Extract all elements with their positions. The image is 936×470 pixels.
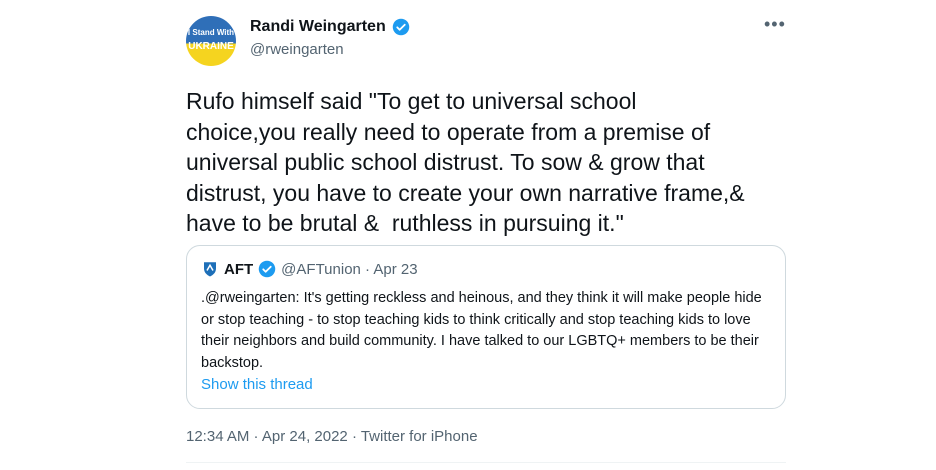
quoted-verified-badge-icon: [258, 260, 276, 278]
author-name[interactable]: Randi Weingarten: [250, 18, 386, 36]
quoted-tweet-header: AFT @AFTunion · Apr 23: [201, 260, 418, 278]
aft-logo-icon: [204, 262, 216, 277]
tweet-timestamp[interactable]: 12:34 AM · Apr 24, 2022 · Twitter for iP…: [186, 428, 478, 445]
author-handle[interactable]: @rweingarten: [250, 41, 344, 58]
author-row: Randi Weingarten: [250, 18, 410, 36]
tweet-text: Rufo himself said "To get to universal s…: [186, 88, 745, 236]
show-thread-link[interactable]: Show this thread: [201, 376, 313, 393]
avatar-text-top: I Stand With: [187, 28, 235, 37]
divider: [186, 462, 786, 463]
quoted-tweet-text: .@rweingarten: It's getting reckless and…: [201, 290, 762, 371]
avatar-text-bottom: UKRAINE: [188, 41, 234, 52]
quoted-author-name[interactable]: AFT: [224, 261, 253, 278]
verified-badge-icon: [392, 18, 409, 36]
quoted-tweet[interactable]: AFT @AFTunion · Apr 23 .@rweingarten: It…: [186, 245, 786, 409]
quoted-handle-date[interactable]: @AFTunion · Apr 23: [281, 261, 417, 278]
more-options-icon[interactable]: •••: [764, 14, 786, 35]
avatar[interactable]: I Stand With UKRAINE: [186, 16, 236, 66]
